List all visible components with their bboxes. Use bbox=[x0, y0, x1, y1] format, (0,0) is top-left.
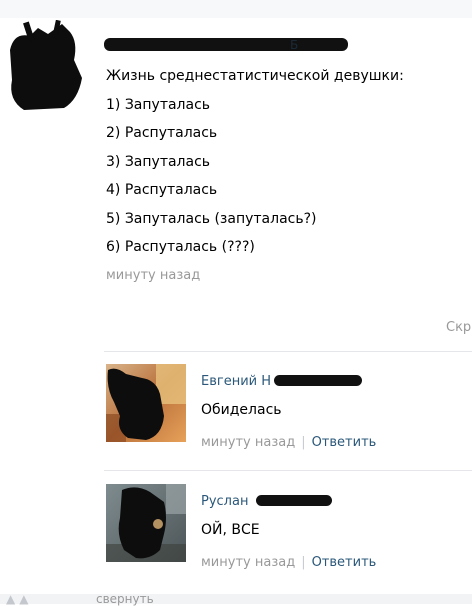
post-line: 2) Распуталась bbox=[106, 125, 218, 141]
comment-text: Обиделась bbox=[201, 402, 282, 418]
comment-text: ОЙ, ВСЕ bbox=[201, 522, 260, 538]
reply-link[interactable]: Ответить bbox=[312, 435, 377, 450]
post-text: Жизнь среднестатистической девушки: 1) З… bbox=[106, 62, 404, 262]
comment-author-avatar[interactable] bbox=[106, 484, 186, 562]
comment-author-name[interactable]: Руслан bbox=[201, 494, 248, 509]
comment-author-name-redacted bbox=[274, 375, 362, 386]
comment-timestamp[interactable]: минуту назад bbox=[201, 555, 295, 570]
post-line: 3) Запуталась bbox=[106, 153, 211, 170]
post-line: Жизнь среднестатистической девушки: bbox=[106, 68, 404, 84]
footer-strip bbox=[0, 594, 472, 604]
post-line: 5) Запуталась (запуталась?) bbox=[106, 210, 317, 227]
comment-timestamp[interactable]: минуту назад bbox=[201, 435, 295, 450]
comment-author-name[interactable]: Евгений Н bbox=[201, 374, 271, 389]
post-line: 4) Распуталась bbox=[106, 182, 218, 198]
reply-link[interactable]: Ответить bbox=[312, 555, 377, 570]
post-author-name-redacted[interactable] bbox=[104, 38, 348, 51]
collapse-link[interactable]: Скр bbox=[446, 320, 471, 335]
post-line: 6) Распуталась (???) bbox=[106, 239, 255, 255]
post-author-avatar[interactable] bbox=[4, 20, 90, 112]
post-line: 1) Запуталась bbox=[106, 96, 211, 113]
comment-meta: минуту назад | Ответить bbox=[201, 435, 376, 450]
meta-separator: | bbox=[301, 435, 306, 450]
top-shade bbox=[0, 0, 472, 18]
comments-divider bbox=[104, 351, 472, 352]
comment-divider bbox=[104, 470, 472, 471]
comment-meta: минуту назад | Ответить bbox=[201, 555, 376, 570]
post-author-name-visible[interactable]: Б bbox=[290, 38, 298, 52]
post-timestamp[interactable]: минуту назад bbox=[106, 268, 200, 283]
comment-author-avatar[interactable] bbox=[106, 364, 186, 442]
meta-separator: | bbox=[301, 555, 306, 570]
comment-author-name-redacted bbox=[256, 495, 332, 506]
